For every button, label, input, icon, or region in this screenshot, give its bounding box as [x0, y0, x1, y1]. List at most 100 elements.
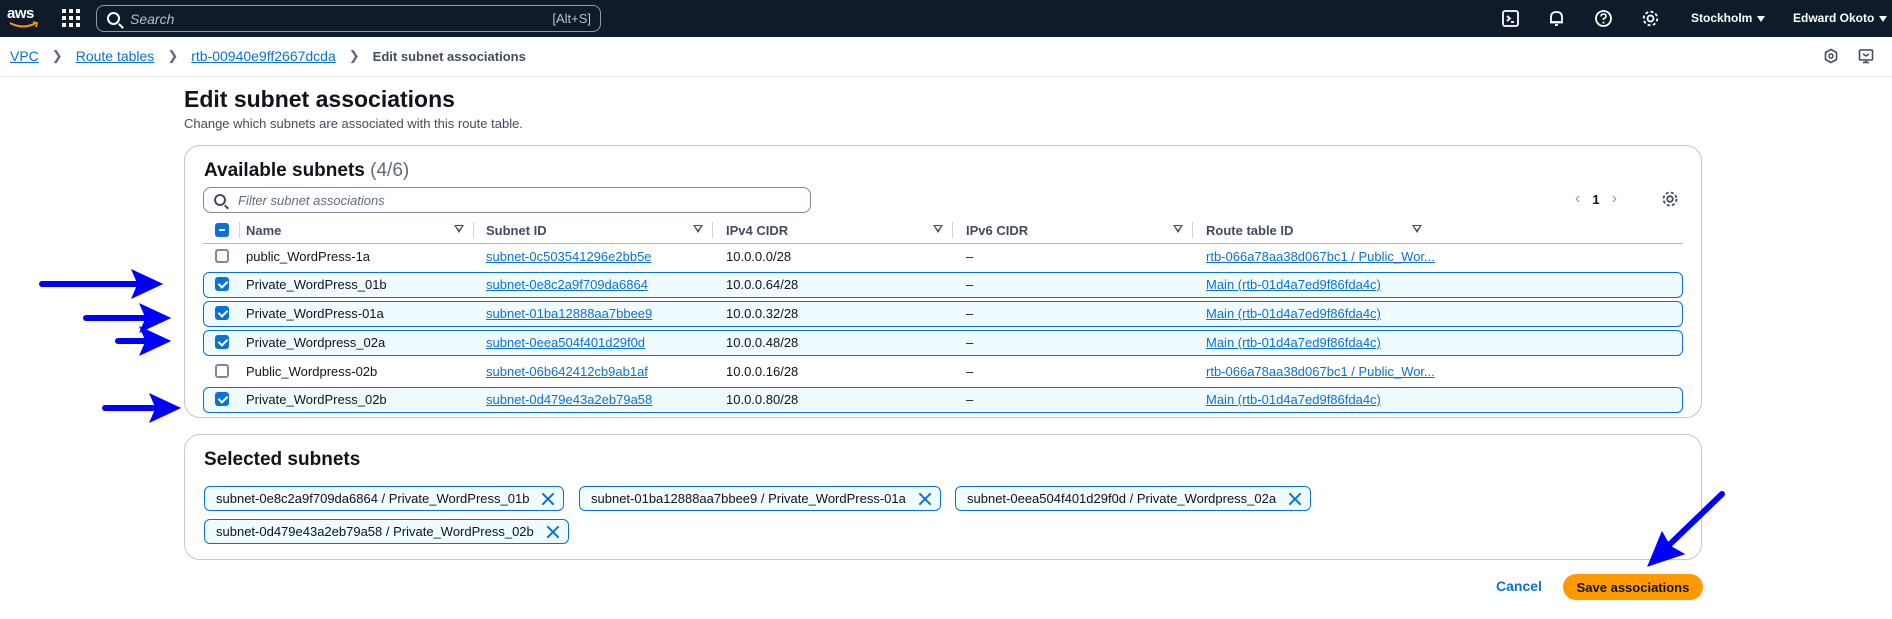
- table-preferences-gear-icon[interactable]: [1661, 190, 1679, 208]
- route-table-link[interactable]: Main (rtb-01d4a7ed9f86fda4c): [1206, 392, 1381, 407]
- region-label: Stockholm: [1691, 11, 1753, 25]
- subnet-id-link[interactable]: subnet-0c503541296e2bb5e: [486, 249, 652, 264]
- route-table-link[interactable]: rtb-066a78aa38d067bc1 / Public_Wor...: [1206, 249, 1435, 264]
- subnet-name: public_WordPress-1a: [246, 249, 371, 264]
- remove-token-icon[interactable]: [1288, 492, 1302, 506]
- user-name: Edward Okoto: [1793, 11, 1875, 25]
- row-checkbox[interactable]: [215, 306, 229, 320]
- table-row[interactable]: Private_WordPress_02b subnet-0d479e43a2e…: [203, 387, 1683, 413]
- column-header-route-table-id[interactable]: Route table ID: [1206, 223, 1293, 238]
- subnet-id-link[interactable]: subnet-0e8c2a9f709da6864: [486, 277, 648, 292]
- route-table-link[interactable]: Main (rtb-01d4a7ed9f86fda4c): [1206, 335, 1381, 350]
- column-header-ipv4-cidr[interactable]: IPv4 CIDR: [726, 223, 788, 238]
- sort-icon[interactable]: [1173, 225, 1183, 233]
- table-row[interactable]: Private_WordPress_01b subnet-0e8c2a9f709…: [203, 272, 1683, 298]
- subnet-id-link[interactable]: subnet-06b642412cb9ab1af: [486, 364, 648, 379]
- chevron-down-icon: [1757, 15, 1766, 22]
- cancel-button[interactable]: Cancel: [1496, 578, 1542, 594]
- row-checkbox[interactable]: [215, 277, 229, 291]
- selected-subnets-panel: Selected subnets subnet-0e8c2a9f709da686…: [184, 434, 1702, 560]
- ipv4-cidr: 10.0.0.16/28: [726, 364, 799, 379]
- chevron-down-icon: [1879, 15, 1888, 22]
- ipv6-cidr: –: [966, 335, 974, 350]
- annotation-arrow-icon: [83, 302, 172, 334]
- subnet-name: Private_WordPress_02b: [246, 392, 387, 407]
- subnet-id-link[interactable]: subnet-0eea504f401d29f0d: [486, 335, 645, 350]
- column-divider: [1192, 222, 1193, 238]
- subnet-id-link[interactable]: subnet-01ba12888aa7bbee9: [486, 306, 652, 321]
- help-icon[interactable]: [1594, 9, 1613, 28]
- available-subnets-panel: Available subnets (4/6) Filter subnet as…: [184, 145, 1702, 418]
- global-search-input[interactable]: Search [Alt+S]: [96, 5, 601, 32]
- feedback-panel-icon[interactable]: [1858, 48, 1874, 64]
- pagination: ‹ 1 ›: [1575, 190, 1617, 208]
- available-subnets-heading: Available subnets (4/6): [204, 160, 409, 182]
- current-page-number[interactable]: 1: [1592, 192, 1599, 207]
- route-table-link[interactable]: rtb-066a78aa38d067bc1 / Public_Wor...: [1206, 364, 1435, 379]
- annotation-arrow-icon: [39, 268, 164, 300]
- breadcrumb-divider: [0, 76, 1892, 77]
- aws-logo[interactable]: aws: [7, 5, 43, 31]
- column-header-ipv6-cidr[interactable]: IPv6 CIDR: [966, 223, 1028, 238]
- table-row[interactable]: Private_WordPress-01a subnet-01ba12888aa…: [203, 301, 1683, 327]
- column-divider: [712, 222, 713, 238]
- breadcrumb-current: Edit subnet associations: [372, 48, 526, 64]
- selected-subnet-token: subnet-0e8c2a9f709da6864 / Private_WordP…: [204, 486, 565, 511]
- column-header-name[interactable]: Name: [246, 223, 281, 238]
- row-checkbox[interactable]: [215, 335, 229, 349]
- cloudshell-icon[interactable]: [1501, 9, 1520, 28]
- annotation-arrow-icon: [102, 392, 182, 424]
- subnet-name: Public_Wordpress-02b: [246, 364, 378, 379]
- select-all-checkbox[interactable]: [215, 223, 229, 237]
- breadcrumb-route-tables[interactable]: Route tables: [76, 48, 155, 64]
- sort-icon[interactable]: [454, 225, 464, 233]
- info-panel-icon[interactable]: [1823, 48, 1839, 64]
- filter-subnets-input[interactable]: Filter subnet associations: [203, 187, 811, 213]
- ipv6-cidr: –: [966, 392, 974, 407]
- row-checkbox[interactable]: [215, 392, 229, 406]
- ipv4-cidr: 10.0.0.32/28: [726, 306, 799, 321]
- annotation-arrow-icon: [115, 325, 172, 357]
- route-table-link[interactable]: Main (rtb-01d4a7ed9f86fda4c): [1206, 306, 1381, 321]
- token-label: subnet-01ba12888aa7bbee9 / Private_WordP…: [591, 491, 906, 506]
- page-title: Edit subnet associations: [184, 86, 455, 112]
- settings-gear-icon[interactable]: [1641, 9, 1660, 28]
- breadcrumb-vpc[interactable]: VPC: [10, 48, 39, 64]
- remove-token-icon[interactable]: [918, 492, 932, 506]
- available-subnets-count: (4/6): [370, 160, 410, 181]
- selected-subnet-token: subnet-0eea504f401d29f0d / Private_Wordp…: [955, 486, 1312, 511]
- table-row[interactable]: public_WordPress-1a subnet-0c503541296e2…: [203, 244, 1683, 270]
- notifications-bell-icon[interactable]: [1547, 9, 1566, 28]
- breadcrumb-route-table-id[interactable]: rtb-00940e9ff2667dcda: [191, 48, 336, 64]
- next-page-icon[interactable]: ›: [1612, 190, 1617, 208]
- subnet-id-link[interactable]: subnet-0d479e43a2eb79a58: [486, 392, 652, 407]
- previous-page-icon[interactable]: ‹: [1575, 190, 1580, 208]
- remove-token-icon[interactable]: [541, 492, 555, 506]
- chevron-right-icon: ❯: [167, 48, 179, 63]
- ipv4-cidr: 10.0.0.80/28: [726, 392, 799, 407]
- sort-icon[interactable]: [933, 225, 943, 233]
- search-icon: [214, 194, 226, 206]
- search-placeholder: Search: [130, 11, 175, 27]
- top-navigation: aws Search [Alt+S] Stockholm Edward Okot…: [0, 0, 1892, 37]
- search-shortcut: [Alt+S]: [552, 11, 591, 26]
- sort-icon[interactable]: [1412, 225, 1422, 233]
- region-selector[interactable]: Stockholm: [1691, 11, 1766, 25]
- aws-logo-text: aws: [7, 5, 34, 22]
- table-row[interactable]: Public_Wordpress-02b subnet-06b642412cb9…: [203, 359, 1683, 385]
- save-associations-button[interactable]: Save associations: [1563, 574, 1703, 600]
- aws-smile-icon: [9, 21, 38, 28]
- route-table-link[interactable]: Main (rtb-01d4a7ed9f86fda4c): [1206, 277, 1381, 292]
- sort-icon[interactable]: [693, 225, 703, 233]
- remove-token-icon[interactable]: [546, 525, 560, 539]
- filter-placeholder: Filter subnet associations: [238, 193, 385, 208]
- column-divider: [952, 222, 953, 238]
- row-checkbox[interactable]: [215, 364, 229, 378]
- services-menu-icon[interactable]: [62, 9, 80, 27]
- table-row[interactable]: Private_Wordpress_02a subnet-0eea504f401…: [203, 330, 1683, 356]
- subnet-name: Private_WordPress_01b: [246, 277, 387, 292]
- column-header-subnet-id[interactable]: Subnet ID: [486, 223, 547, 238]
- account-menu[interactable]: Edward Okoto: [1793, 11, 1888, 25]
- ipv6-cidr: –: [966, 249, 974, 264]
- row-checkbox[interactable]: [215, 249, 229, 263]
